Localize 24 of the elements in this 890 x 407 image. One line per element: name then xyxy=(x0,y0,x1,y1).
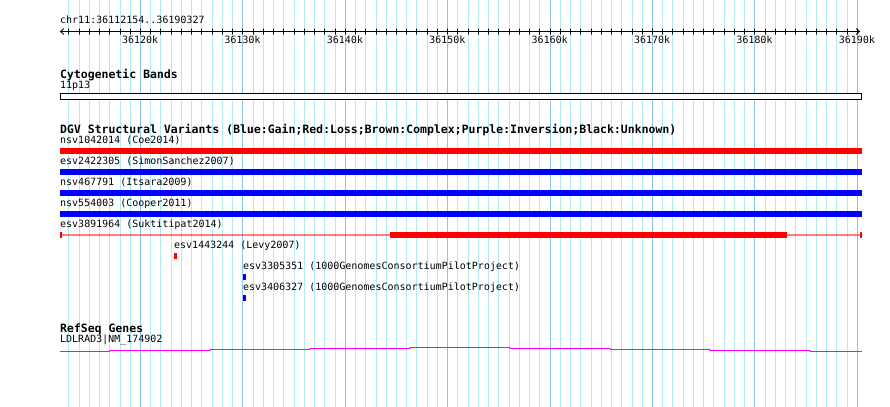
tick-label: 36150k xyxy=(429,35,466,47)
tick-label: 36160k xyxy=(532,35,568,47)
variant-label[interactable]: esv2422305 (SimonSanchez2007) xyxy=(60,156,235,168)
variant-label[interactable]: nsv554003 (Cooper2011) xyxy=(60,198,192,210)
variant-label[interactable]: esv3305351 (1000GenomesConsortiumPilotProject) xyxy=(243,261,520,273)
gene-label[interactable]: LDLRAD3|NM_174902 xyxy=(60,334,162,346)
tick-label: 36140k xyxy=(326,35,363,47)
track-title: DGV Structural Variants (Blue:Gain;Red:Loss;Brown:Complex;Purple:Inversion;Black:Unknown) xyxy=(60,123,676,135)
variant-label[interactable]: nsv467791 (Itsara2009) xyxy=(60,177,192,189)
tick-label: 36130k xyxy=(224,35,260,47)
gene-line[interactable] xyxy=(60,347,862,352)
variant-label[interactable]: esv1443244 (Levy2007) xyxy=(174,240,300,252)
track-title: Cytogenetic Bands xyxy=(60,68,178,80)
tick-label: 36170k xyxy=(634,35,670,47)
location-label: chr11:36112154..36190327 xyxy=(60,15,204,27)
variant-label[interactable]: nsv1042014 (Coe2014) xyxy=(60,135,180,147)
track-title: RefSeq Genes xyxy=(60,322,144,334)
tick-label: 36190k xyxy=(838,35,875,47)
variant-label[interactable]: esv3406327 (1000GenomesConsortiumPilotProject) xyxy=(243,282,520,294)
tick-label: 36120k xyxy=(122,35,158,47)
variant-bar[interactable] xyxy=(60,232,862,238)
band-label: 11p13 xyxy=(60,80,90,92)
tick-label: 36180k xyxy=(736,35,772,47)
variant-label[interactable]: esv3891964 (Suktitipat2014) xyxy=(60,219,223,231)
